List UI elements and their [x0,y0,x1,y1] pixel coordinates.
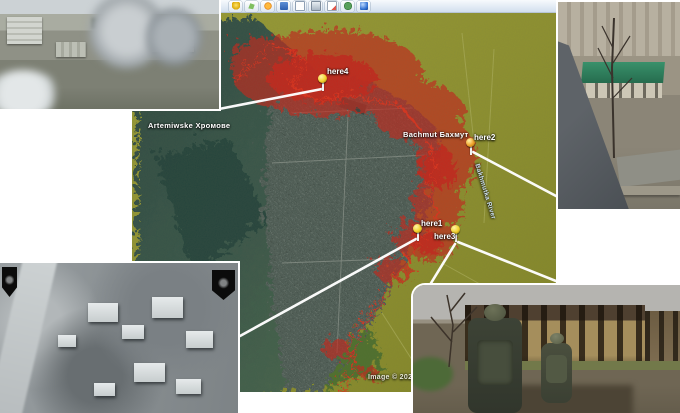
placemark-here3[interactable]: here3 [451,225,461,242]
tool-view-in-google-maps-icon [360,2,368,10]
tool-view-in-google-maps-button[interactable] [357,1,370,12]
tool-record-tour-icon [344,2,352,10]
smoke-plume [0,70,60,109]
ruined-house [186,331,213,348]
placemark-label: here2 [474,133,495,142]
placemark-here1[interactable]: here1 [413,224,423,241]
tool-print-icon [311,1,321,11]
ruined-house [134,363,165,382]
ruined-house [58,335,76,347]
tool-add-placemark-icon [232,2,240,10]
tool-ruler-icon [280,2,288,10]
tool-sunlight-icon [264,2,272,10]
helmet [550,333,564,344]
photo-soldiers-ruined-building [413,285,680,413]
helmet [484,304,506,321]
ruined-house [88,303,118,322]
tool-email-icon [295,1,305,11]
military-unit-emblem-icon [212,270,235,300]
placemark-label: here4 [327,67,348,76]
tool-print-button[interactable] [309,1,322,12]
placemark-label: here3 [434,232,455,241]
ruined-house [94,383,115,396]
tool-email-button[interactable] [293,1,306,12]
bare-tree [592,8,644,158]
page: { "app": { "name": "Google Earth collage… [0,0,680,413]
placemark-label: here1 [421,219,442,228]
building [56,42,86,57]
apartment-block [7,17,42,44]
ruined-house [176,379,201,394]
tool-add-polygon-icon [248,2,256,10]
tool-save-image-button[interactable] [325,1,338,12]
tool-sunlight-button[interactable] [261,1,274,12]
photo-rooftop-town-view [558,2,680,209]
pushpin-icon [318,74,327,83]
tool-ruler-button[interactable] [277,1,290,12]
placemark-here4[interactable]: here4 [318,74,328,91]
body-armor [477,340,513,385]
ruined-house [122,325,144,339]
tool-record-tour-button[interactable] [341,1,354,12]
tool-save-image-icon [327,1,337,11]
smoke-plume [146,6,202,68]
photo-aerial-city-smoke [0,0,219,109]
body-armor [546,355,567,383]
tool-add-polygon-button[interactable] [245,1,258,12]
burnt-building [645,311,680,363]
ruined-house [152,297,183,318]
placemark-here2[interactable]: here2 [466,138,476,155]
tool-add-placemark-button[interactable] [229,1,242,12]
photo-drone-grayscale-ruins [0,263,238,413]
soldier [541,343,572,403]
soldier [468,318,522,413]
